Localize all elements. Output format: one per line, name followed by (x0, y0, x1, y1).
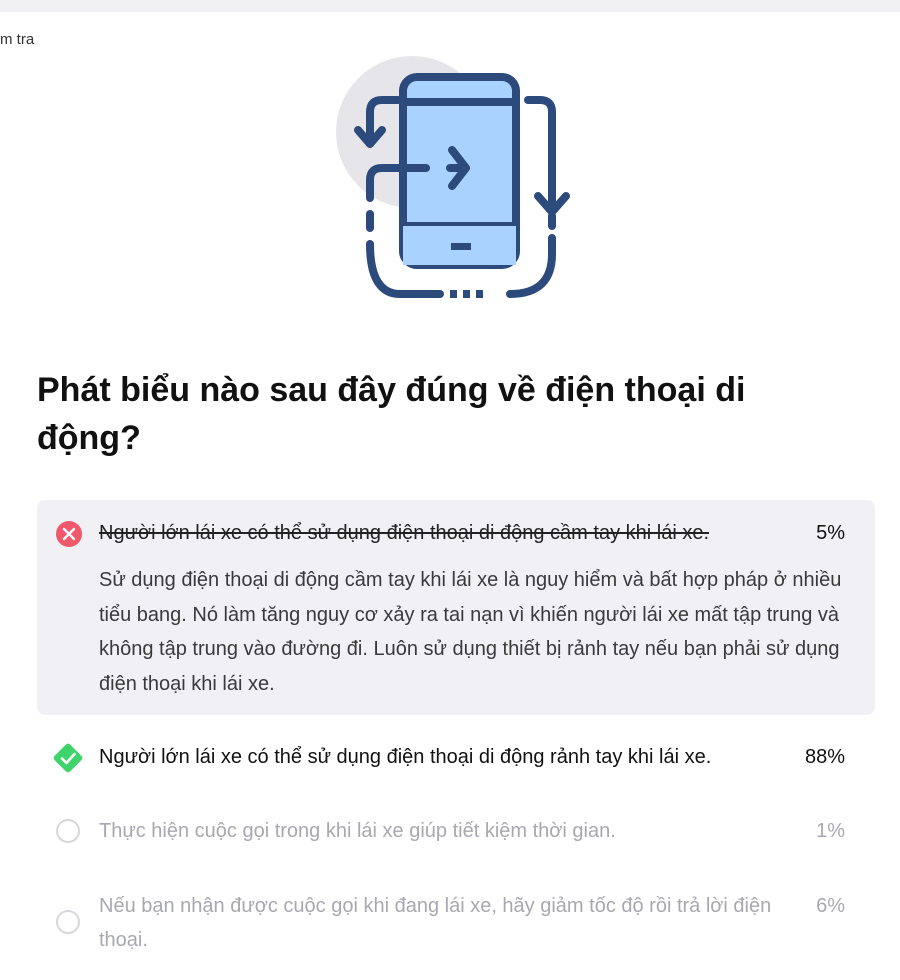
phone-rotate-icon (336, 56, 570, 298)
check-diamond-icon (53, 743, 83, 773)
answer-option-label: Người lớn lái xe có thể sử dụng điện tho… (99, 522, 709, 544)
question-title: Phát biểu nào sau đây đúng về điện thoại… (37, 371, 746, 457)
answer-option-percent: 88% (804, 746, 845, 768)
answer-option-4[interactable]: Nếu bạn nhận được cuộc gọi khi đang lái … (37, 889, 875, 964)
answer-option-percent: 6% (816, 895, 845, 917)
breadcrumb[interactable]: m tra (0, 31, 34, 48)
radio-icon (56, 910, 80, 934)
top-bar (0, 0, 900, 12)
answer-option-percent: 1% (816, 820, 845, 842)
answer-option-percent: 5% (816, 522, 845, 544)
error-icon (56, 521, 82, 547)
answer-option-1[interactable]: Người lớn lái xe có thể sử dụng điện tho… (37, 500, 875, 715)
radio-icon (56, 819, 80, 843)
answer-option-label: Thực hiện cuộc gọi trong khi lái xe giúp… (99, 820, 616, 842)
answer-option-3[interactable]: Thực hiện cuộc gọi trong khi lái xe giúp… (37, 814, 875, 854)
answer-option-label: Nếu bạn nhận được cuộc gọi khi đang lái … (99, 895, 772, 951)
answer-explanation: Sử dụng điện thoại di động cầm tay khi l… (99, 569, 842, 695)
answer-option-2[interactable]: Người lớn lái xe có thể sử dụng điện tho… (37, 740, 875, 780)
answer-option-label: Người lớn lái xe có thể sử dụng điện tho… (99, 746, 712, 768)
